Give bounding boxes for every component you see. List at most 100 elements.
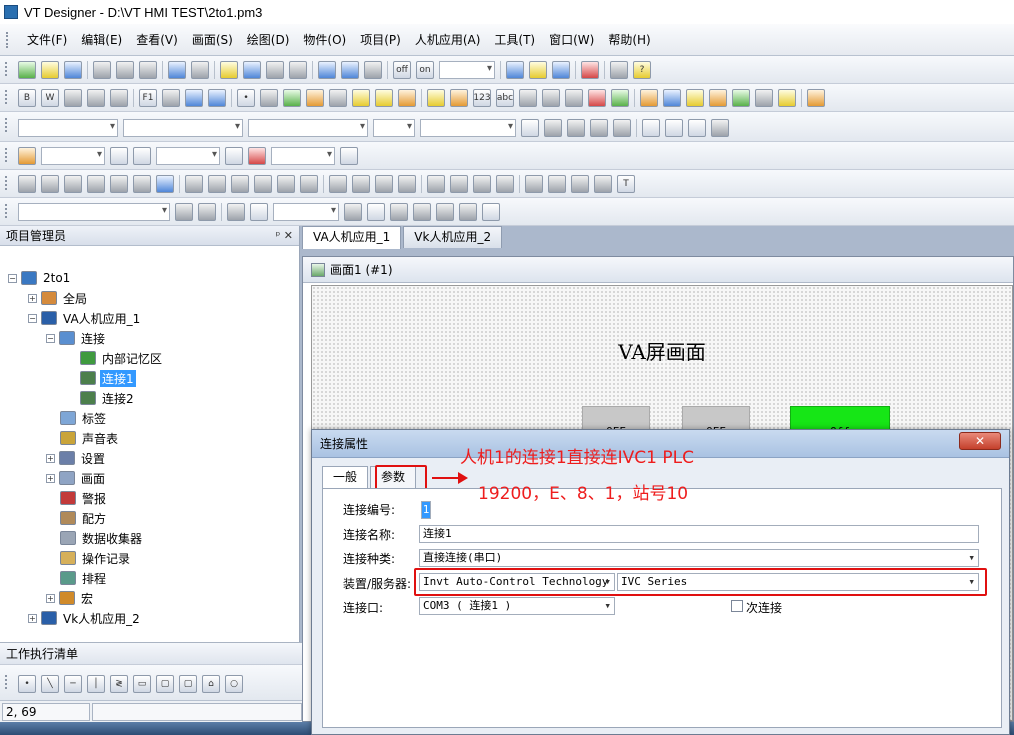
- lock-icon[interactable]: [340, 147, 358, 165]
- layer-combo[interactable]: [18, 119, 118, 137]
- move-icon[interactable]: [260, 89, 278, 107]
- object-combo-1[interactable]: [41, 147, 105, 165]
- sun-icon[interactable]: [611, 89, 629, 107]
- collapse-icon[interactable]: −: [28, 313, 37, 323]
- collapse-icon[interactable]: −: [8, 273, 17, 283]
- menu-object[interactable]: 物件(O): [296, 30, 353, 50]
- align-hcenter-icon[interactable]: [41, 175, 59, 193]
- mirror-icon[interactable]: [571, 175, 589, 193]
- undo-icon[interactable]: [168, 61, 186, 79]
- tools-icon[interactable]: [807, 89, 825, 107]
- tree-item-alarm[interactable]: 警报: [60, 488, 108, 508]
- slider-icon[interactable]: [208, 89, 226, 107]
- align-left-edge-icon[interactable]: [18, 175, 36, 193]
- line-width-combo[interactable]: [420, 119, 516, 137]
- tree-item-root[interactable]: −2to1: [8, 268, 72, 288]
- align-right-edge-icon[interactable]: [64, 175, 82, 193]
- number-icon[interactable]: 123: [473, 89, 491, 107]
- off-state-icon[interactable]: off: [393, 61, 411, 79]
- bit-button-icon[interactable]: B: [18, 89, 36, 107]
- shape-tool-icon[interactable]: [198, 203, 216, 221]
- zoom-in-icon[interactable]: [318, 61, 336, 79]
- toolbar-grip[interactable]: [5, 176, 8, 190]
- simulate-icon[interactable]: [581, 61, 599, 79]
- toolbar-grip[interactable]: [5, 118, 8, 132]
- expand-icon[interactable]: +: [28, 613, 37, 623]
- fill-tool-icon[interactable]: [227, 203, 245, 221]
- object-combo-3[interactable]: [271, 147, 335, 165]
- dot-icon[interactable]: •: [237, 89, 255, 107]
- nudge-icon[interactable]: [352, 175, 370, 193]
- space-v-icon[interactable]: [208, 175, 226, 193]
- qr-code-icon[interactable]: [755, 89, 773, 107]
- print-icon[interactable]: [610, 61, 628, 79]
- toolbar-grip[interactable]: [5, 62, 8, 76]
- hline-tool-icon[interactable]: ─: [64, 675, 82, 693]
- hand-icon[interactable]: [306, 89, 324, 107]
- menu-draw[interactable]: 绘图(D): [240, 30, 297, 50]
- font-combo[interactable]: [123, 119, 243, 137]
- rotate-icon[interactable]: [525, 175, 543, 193]
- menu-window[interactable]: 窗口(W): [542, 30, 601, 50]
- multi-state-icon[interactable]: [185, 89, 203, 107]
- pattern-icon[interactable]: [590, 119, 608, 137]
- shape-tool-icon[interactable]: [175, 203, 193, 221]
- alarm-icon[interactable]: [709, 89, 727, 107]
- same-size-icon[interactable]: [277, 175, 295, 193]
- tree-item-data-collector[interactable]: 数据收集器: [60, 528, 144, 548]
- function-key-icon[interactable]: F1: [139, 89, 157, 107]
- close-button[interactable]: ✕: [959, 432, 1001, 450]
- compile-icon[interactable]: [506, 61, 524, 79]
- expand-icon[interactable]: +: [46, 593, 55, 603]
- tab-va-app[interactable]: VA人机应用_1: [302, 226, 402, 249]
- pencil-icon[interactable]: [18, 147, 36, 165]
- line-tool-icon[interactable]: ╲: [41, 675, 59, 693]
- nudge-icon[interactable]: [329, 175, 347, 193]
- menu-edit[interactable]: 编辑(E): [74, 30, 129, 50]
- flag-icon[interactable]: [248, 147, 266, 165]
- new-screen-icon[interactable]: [220, 61, 238, 79]
- bulb-icon[interactable]: [427, 89, 445, 107]
- screen-copy-icon[interactable]: [243, 61, 261, 79]
- grid-icon[interactable]: [162, 89, 180, 107]
- copy-icon[interactable]: [116, 61, 134, 79]
- menu-view[interactable]: 查看(V): [129, 30, 185, 50]
- tree-item-sound-table[interactable]: 声音表: [60, 428, 120, 448]
- polyline-tool-icon[interactable]: ≷: [110, 675, 128, 693]
- on-state-icon[interactable]: on: [416, 61, 434, 79]
- toolbar-grip[interactable]: [5, 90, 8, 104]
- pin-icon[interactable]: ᵖ ✕: [276, 229, 293, 242]
- zoom-out-icon[interactable]: [341, 61, 359, 79]
- nudge-icon[interactable]: [398, 175, 416, 193]
- flip-icon[interactable]: [548, 175, 566, 193]
- menu-screen[interactable]: 画面(S): [185, 30, 240, 50]
- rect-tool-icon[interactable]: ▭: [133, 675, 151, 693]
- new-icon[interactable]: [18, 61, 36, 79]
- ungroup-icon[interactable]: [87, 89, 105, 107]
- menu-hmi-app[interactable]: 人机应用(A): [408, 30, 488, 50]
- same-height-icon[interactable]: [254, 175, 272, 193]
- tree-item-connection[interactable]: − 连接: [46, 328, 107, 348]
- word-button-icon[interactable]: W: [41, 89, 59, 107]
- stamp-icon[interactable]: [436, 203, 454, 221]
- text-frame-icon[interactable]: T: [617, 175, 635, 193]
- corner-tool-icon[interactable]: [367, 203, 385, 221]
- send-back-icon[interactable]: [450, 175, 468, 193]
- conn-name-field[interactable]: 连接1: [419, 525, 979, 543]
- user-icon[interactable]: [450, 89, 468, 107]
- tree-item-operation-log[interactable]: 操作记录: [60, 548, 132, 568]
- home-icon[interactable]: [778, 89, 796, 107]
- open-icon[interactable]: [41, 61, 59, 79]
- point-tool-icon[interactable]: •: [18, 675, 36, 693]
- fill-color-icon[interactable]: [567, 119, 585, 137]
- tree-item-macro[interactable]: + 宏: [46, 588, 95, 608]
- expand-icon[interactable]: +: [46, 473, 55, 483]
- screen-prev-icon[interactable]: [266, 61, 284, 79]
- paste-icon[interactable]: [139, 61, 157, 79]
- rounded-box-tool-icon[interactable]: ▢: [179, 675, 197, 693]
- tab-vk-app[interactable]: Vk人机应用_2: [403, 226, 503, 248]
- tree-item-schedule[interactable]: 排程: [60, 568, 108, 588]
- align-right-icon[interactable]: [688, 119, 706, 137]
- align-vcenter-icon[interactable]: [110, 175, 128, 193]
- transform-icon[interactable]: [594, 175, 612, 193]
